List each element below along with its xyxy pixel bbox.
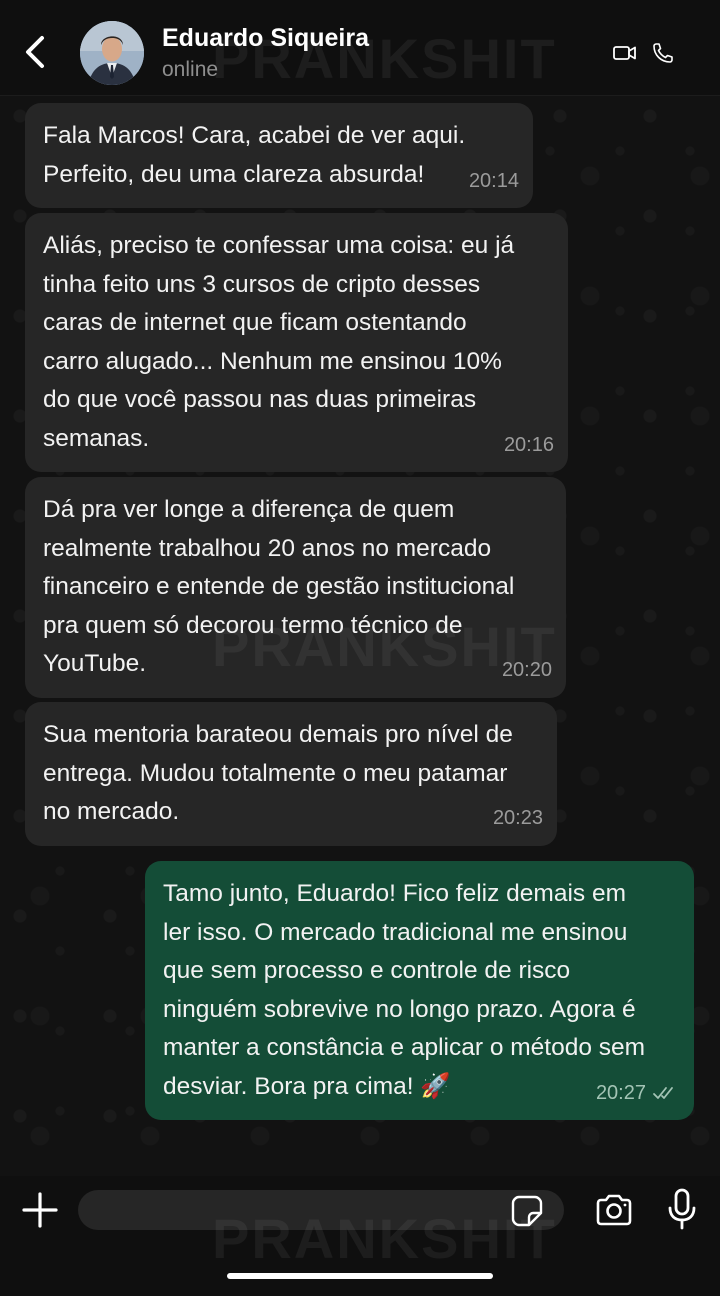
- message-text: Fala Marcos! Cara, acabei de ver aqui. Pe…: [43, 117, 515, 194]
- message-timestamp: 20:27: [596, 1074, 680, 1113]
- incoming-message-bubble[interactable]: Fala Marcos! Cara, acabei de ver aqui. Pe…: [25, 103, 533, 208]
- message-line: pra quem só decorou termo técnico de: [43, 611, 463, 639]
- message-line: Aliás, preciso te confessar uma coisa: e…: [43, 232, 515, 259]
- chevron-left-icon: [26, 36, 44, 68]
- message-line: entrega. Mudou totalmente o meu patamar: [43, 759, 508, 787]
- contact-name[interactable]: Eduardo Siqueira: [162, 24, 369, 53]
- chat-header: Eduardo Siqueira online PRANKSHIT: [0, 0, 720, 96]
- voice-call-button[interactable]: [650, 40, 676, 66]
- sticker-icon: [511, 1195, 543, 1227]
- message-text: Tamo junto, Eduardo! Fico feliz demais e…: [163, 875, 676, 1106]
- microphone-button[interactable]: [666, 1188, 698, 1230]
- message-line: realmente trabalhou 20 anos no mercado: [43, 534, 492, 562]
- message-line: YouTube.: [43, 650, 147, 677]
- back-button[interactable]: [18, 32, 52, 72]
- message-timestamp: 20:23: [493, 799, 543, 838]
- double-check-icon: [653, 1086, 673, 1099]
- message-line: carro alugado... Nenhum me ensinou 10%: [43, 347, 502, 375]
- message-line: semanas.: [43, 424, 150, 452]
- message-text: Dá pra ver longe a diferença de quem real…: [43, 491, 548, 684]
- contact-status: online: [162, 58, 219, 81]
- camera-icon: [596, 1194, 632, 1226]
- incoming-message-bubble[interactable]: Aliás, preciso te confessar uma coisa: e…: [25, 213, 568, 472]
- avatar-image: [80, 21, 144, 85]
- timestamp-text: 20:14: [468, 169, 519, 192]
- attach-button[interactable]: [22, 1192, 58, 1228]
- message-timestamp: 20:16: [504, 426, 554, 465]
- timestamp-text: 20:27: [595, 1081, 646, 1104]
- camera-button[interactable]: [594, 1192, 634, 1228]
- message-timestamp: 20:14: [469, 162, 519, 201]
- message-text: Aliás, preciso te confessar uma coisa: e…: [43, 227, 550, 458]
- message-line: do que você passou nas duas primeiras: [43, 386, 477, 413]
- incoming-message-bubble[interactable]: Dá pra ver longe a diferença de quem real…: [25, 477, 566, 698]
- avatar[interactable]: [80, 21, 144, 85]
- timestamp-text: 20:23: [492, 807, 543, 829]
- incoming-message-bubble[interactable]: Sua mentoria barateou demais pro nível d…: [25, 702, 557, 846]
- video-call-icon: [613, 46, 636, 60]
- message-line: Sua mentoria barateou demais pro nível d…: [43, 721, 513, 748]
- message-input[interactable]: [78, 1190, 564, 1230]
- sticker-button[interactable]: [510, 1194, 544, 1228]
- message-timestamp: 20:20: [502, 651, 552, 690]
- home-indicator[interactable]: [227, 1273, 493, 1279]
- message-line: que sem processo e controle de risco: [163, 957, 571, 984]
- message-line: Tamo junto, Eduardo! Fico feliz demais e…: [163, 880, 626, 907]
- message-line: caras de internet que ficam ostentando: [43, 309, 467, 336]
- message-line: ler isso. O mercado tradicional me ensin…: [163, 918, 628, 946]
- video-call-button[interactable]: [612, 40, 638, 66]
- message-line: Dá pra ver longe a diferença de quem: [43, 496, 455, 523]
- chat-screen: Eduardo Siqueira online PRANKSHIT Fala M…: [0, 0, 720, 1296]
- message-line: no mercado.: [43, 798, 180, 825]
- message-line: Fala Marcos! Cara, acabei de ver aqui.: [43, 122, 466, 149]
- outgoing-message-bubble[interactable]: Tamo junto, Eduardo! Fico feliz demais e…: [145, 861, 694, 1120]
- message-line: tinha feito uns 3 cursos de cripto desse…: [43, 270, 481, 298]
- plus-icon: [22, 1192, 58, 1228]
- message-line: Perfeito, deu uma clareza absurda!: [43, 160, 425, 188]
- microphone-icon: [668, 1188, 696, 1230]
- timestamp-text: 20:20: [501, 659, 552, 681]
- phone-icon: [653, 43, 673, 63]
- message-line: manter a constância e aplicar o método s…: [163, 1034, 646, 1061]
- timestamp-text: 20:16: [503, 433, 554, 456]
- message-line: financeiro e entende de gestão instituci…: [43, 573, 515, 600]
- message-line: ninguém sobrevive no longo prazo. Agora …: [163, 995, 636, 1023]
- message-text: Sua mentoria barateou demais pro nível d…: [43, 716, 539, 832]
